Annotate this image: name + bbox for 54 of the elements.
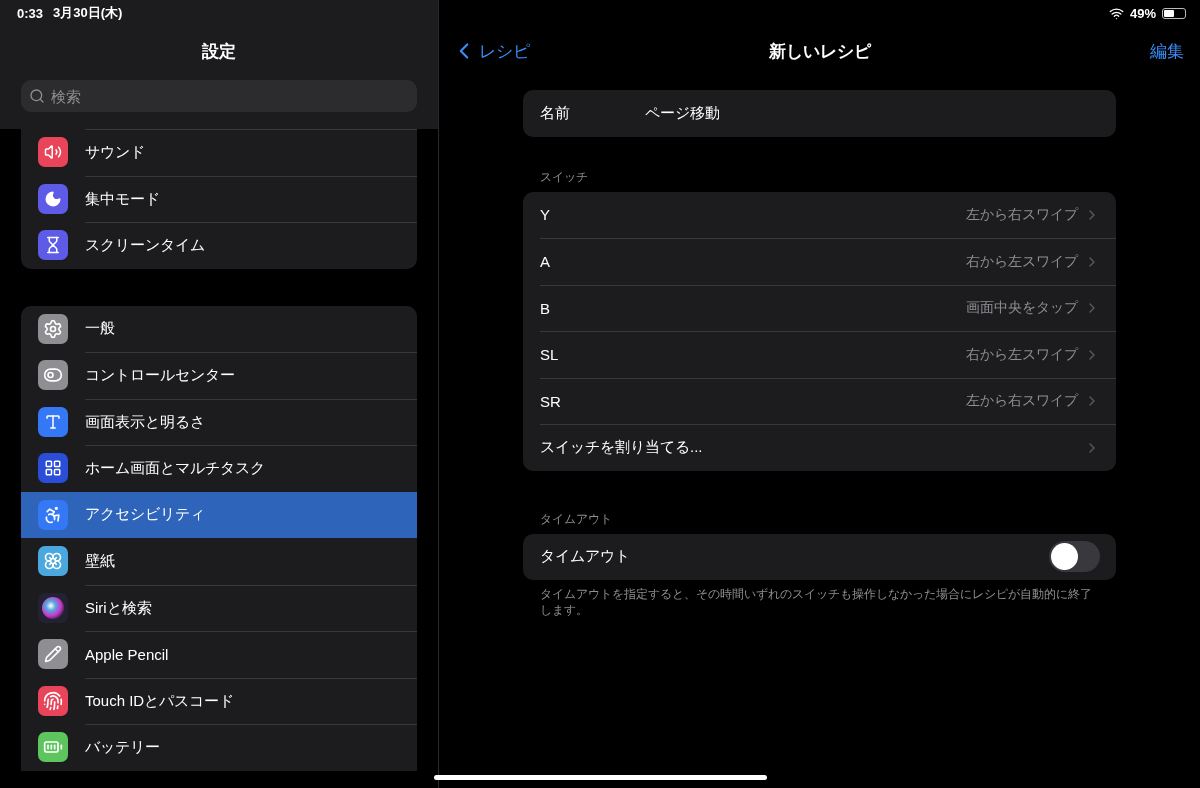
app-grid-icon [44, 459, 62, 478]
switch-row[interactable]: Y 左から右スワイプ [523, 191, 1116, 238]
timeout-switch[interactable] [1049, 541, 1100, 573]
status-date: 3月30日(木) [53, 4, 123, 22]
speaker-icon [44, 143, 62, 162]
settings-item[interactable]: スクリーンタイム [21, 222, 417, 269]
sidebar-title: 設定 [201, 41, 237, 63]
moon-icon [44, 189, 62, 208]
settings-item[interactable]: 壁紙 [21, 538, 417, 585]
switch-action: 右から左スワイプ [966, 252, 1078, 271]
settings-item[interactable]: Siriと検索 [21, 584, 417, 631]
switch-label: SL [540, 346, 559, 364]
search-icon [29, 88, 45, 104]
settings-item[interactable]: バッテリー [21, 724, 417, 771]
settings-item[interactable]: 集中モード [21, 175, 417, 222]
name-value[interactable]: ページ移動 [645, 103, 720, 123]
name-label: 名前 [540, 103, 571, 123]
switch-row[interactable]: SL 右から左スワイプ [523, 331, 1116, 378]
switch-row[interactable]: B 画面中央をタップ [523, 284, 1116, 331]
settings-item[interactable]: 画面表示と明るさ [21, 398, 417, 445]
switch-label: B [540, 299, 550, 317]
settings-item[interactable]: 一般 [21, 305, 417, 352]
wifi-icon [1108, 5, 1124, 21]
settings-item[interactable]: アクセシビリティ [21, 491, 417, 538]
settings-item[interactable]: Apple Pencil [21, 631, 417, 678]
section-header: タイムアウト [539, 510, 613, 528]
pencil-icon [44, 645, 62, 664]
switch-action: 画面中央をタップ [966, 299, 1078, 318]
switch-row[interactable]: SR 左から右スワイプ [523, 377, 1116, 424]
switch-label: Y [540, 206, 550, 224]
switch-row[interactable]: A 右から左スワイプ [523, 238, 1116, 285]
switch-label: A [540, 253, 550, 271]
clock-time: 0:33 [17, 5, 44, 21]
switch-action: 左から右スワイプ [966, 205, 1078, 224]
edit-button[interactable]: 編集 [1146, 39, 1188, 63]
settings-item[interactable]: ホーム画面とマルチタスク [21, 445, 417, 492]
text-size-icon [44, 412, 62, 431]
switch-label: SR [540, 392, 561, 410]
section-header: スイッチ [539, 168, 589, 186]
switch-action: 左から右スワイプ [966, 392, 1078, 411]
settings-item[interactable]: Touch IDとパスコード [21, 677, 417, 724]
hourglass-icon [44, 236, 62, 255]
battery-percent: 49% [1129, 5, 1156, 21]
settings-item[interactable]: コントロールセンター [21, 352, 417, 399]
back-button[interactable]: レシピ [451, 38, 530, 64]
search-field[interactable]: 検索 [21, 80, 417, 112]
timeout-label: タイムアウト [540, 547, 630, 567]
settings-item[interactable]: サウンド [21, 129, 417, 176]
battery-icon [1162, 7, 1186, 19]
switch-label: スイッチを割り当てる... [540, 438, 703, 458]
switch-row[interactable]: スイッチを割り当てる... [523, 424, 1116, 471]
nav-title: 新しいレシピ [768, 40, 871, 63]
switch-action: 右から左スワイプ [966, 345, 1078, 364]
timeout-description: タイムアウトを指定すると、その時間いずれのスイッチも操作しなかった場合にレシピが自動的に終了します。 [539, 586, 1093, 619]
